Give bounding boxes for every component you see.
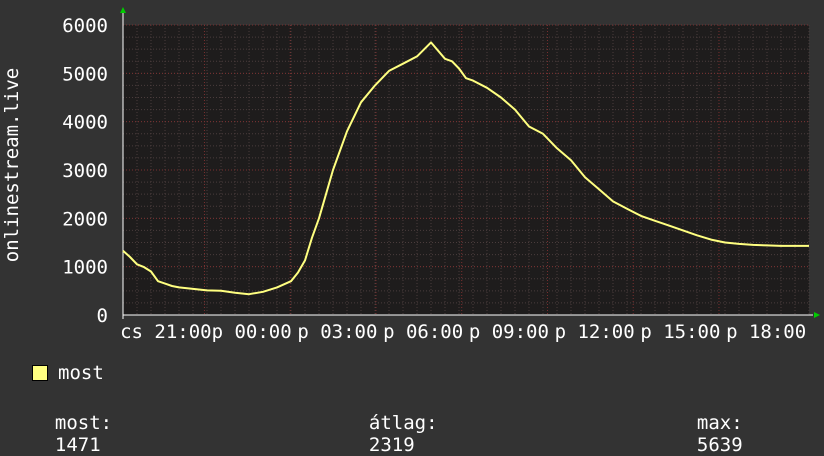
y-tick-label: 5000: [62, 63, 108, 85]
y-tick-label: 2000: [62, 208, 108, 230]
x-tick-label: p 00:00: [212, 321, 292, 343]
y-axis-arrow: [120, 7, 126, 13]
y-tick-label: 6000: [62, 15, 108, 37]
stat-current-value: 1471: [54, 434, 101, 456]
stat-max: max: 5639: [674, 390, 743, 456]
y-axis-label: onlinestream.live: [1, 68, 23, 262]
y-tick-labels: 0 1000 2000 3000 4000 5000 6000: [62, 15, 108, 327]
x-tick-label: p 15:00: [640, 321, 720, 343]
y-tick-label: 3000: [62, 160, 108, 182]
legend: most: [32, 362, 104, 384]
stat-max-value: 5639: [696, 434, 743, 456]
x-tick-label: p 18:00: [726, 321, 806, 343]
y-tick-label: 0: [97, 305, 108, 327]
legend-swatch: [32, 365, 48, 381]
x-tick-label: p 12:00: [555, 321, 635, 343]
stat-average-label: átlag:: [368, 412, 438, 434]
x-tick-label: p 09:00: [469, 321, 549, 343]
x-tick-labels: cs 21:00 p 00:00 p 03:00 p 06:00 p 09:00 p 12…: [120, 321, 806, 343]
stat-current-label: most:: [54, 412, 113, 434]
stat-average: átlag: 2319: [346, 390, 438, 456]
x-tick-label: p 06:00: [383, 321, 463, 343]
y-tick-label: 4000: [62, 112, 108, 134]
stat-max-label: max:: [696, 412, 743, 434]
x-axis-arrow: [814, 312, 820, 318]
legend-label: most: [58, 362, 104, 384]
line-chart: 0 1000 2000 3000 4000 5000 6000 cs 21:00 p 00:0…: [1, 7, 820, 343]
x-tick-label: cs 21:00: [120, 321, 212, 343]
y-tick-label: 1000: [62, 257, 108, 279]
x-tick-label: p 03:00: [297, 321, 377, 343]
stat-current: most: 1471: [32, 390, 112, 456]
stat-average-value: 2319: [368, 434, 415, 456]
